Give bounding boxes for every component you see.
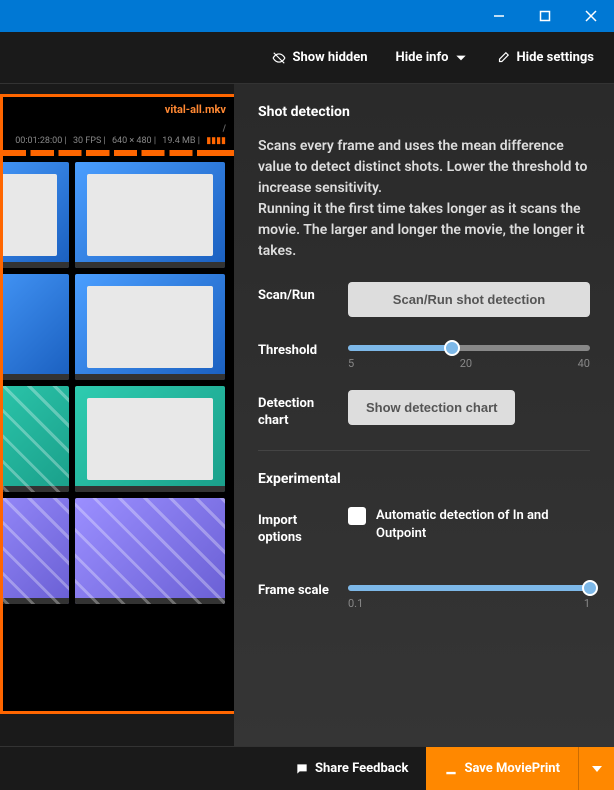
shot-detection-description: Scans every frame and uses the mean diff…	[258, 136, 590, 262]
scan-run-button[interactable]: Scan/Run shot detection	[348, 282, 590, 317]
frame-scale-ticks: 0.1 1	[348, 597, 590, 610]
hide-settings-button[interactable]: Hide settings	[484, 42, 606, 73]
minimize-button[interactable]	[476, 0, 522, 32]
import-options-label: Import options	[258, 507, 336, 547]
hide-settings-label: Hide settings	[516, 50, 594, 65]
media-filename: vital-all.mkv	[3, 97, 234, 118]
caret-down-icon	[454, 51, 468, 65]
thumbnail[interactable]	[0, 498, 69, 604]
scan-run-label: Scan/Run	[258, 282, 336, 305]
threshold-slider[interactable]	[348, 345, 590, 351]
settings-panel: Shot detection Scans every frame and use…	[234, 84, 614, 746]
thumbnail[interactable]	[0, 386, 69, 492]
thumbnail[interactable]	[75, 162, 225, 268]
thumbnail[interactable]	[0, 274, 69, 380]
download-icon	[444, 762, 458, 776]
auto-detect-checkbox[interactable]	[348, 507, 366, 525]
thumbnail[interactable]	[75, 274, 225, 380]
show-detection-chart-button[interactable]: Show detection chart	[348, 390, 515, 425]
media-path: /	[3, 118, 234, 136]
show-hidden-label: Show hidden	[292, 50, 367, 65]
share-feedback-label: Share Feedback	[315, 761, 408, 776]
maximize-button[interactable]	[522, 0, 568, 32]
frame-scale-label: Frame scale	[258, 577, 336, 600]
experimental-title: Experimental	[258, 471, 590, 487]
detection-chart-label: Detection chart	[258, 390, 336, 430]
threshold-label: Threshold	[258, 337, 336, 360]
divider	[258, 450, 590, 451]
media-stats: 00:01:28:00 | 30 FPS | 640 × 480 | 19.4 …	[3, 136, 234, 150]
threshold-ticks: 5 20 40	[348, 357, 590, 370]
top-toolbar: Show hidden Hide info Hide settings	[0, 32, 614, 84]
frame-scale-slider[interactable]	[348, 585, 590, 591]
save-dropdown-button[interactable]	[578, 747, 614, 790]
chat-icon	[295, 762, 309, 776]
thumbnail[interactable]	[0, 162, 69, 268]
auto-detect-checkbox-label: Automatic detection of In and Outpoint	[376, 507, 590, 543]
thumbnail[interactable]	[75, 386, 225, 492]
thumbnail[interactable]	[75, 498, 225, 604]
caret-down-icon	[592, 766, 602, 772]
hide-info-button[interactable]: Hide info	[384, 42, 481, 73]
thumbnail-panel: vital-all.mkv / 00:01:28:00 | 30 FPS | 6…	[0, 84, 234, 746]
window-titlebar	[0, 0, 614, 32]
show-hidden-button[interactable]: Show hidden	[260, 42, 379, 73]
edit-icon	[496, 51, 510, 65]
footer-bar: Share Feedback Save MoviePrint	[0, 746, 614, 790]
thumbnail-grid-frame: vital-all.mkv / 00:01:28:00 | 30 FPS | 6…	[0, 94, 234, 714]
save-movieprint-label: Save MoviePrint	[464, 761, 560, 776]
thumbnail-grid	[3, 156, 234, 610]
threshold-slider-handle[interactable]	[444, 340, 460, 356]
share-feedback-button[interactable]: Share Feedback	[277, 747, 426, 790]
shot-detection-title: Shot detection	[258, 104, 590, 120]
save-movieprint-button[interactable]: Save MoviePrint	[426, 747, 578, 790]
hide-info-label: Hide info	[396, 50, 449, 65]
frame-scale-slider-handle[interactable]	[582, 580, 598, 596]
close-button[interactable]	[568, 0, 614, 32]
eye-off-icon	[272, 51, 286, 65]
